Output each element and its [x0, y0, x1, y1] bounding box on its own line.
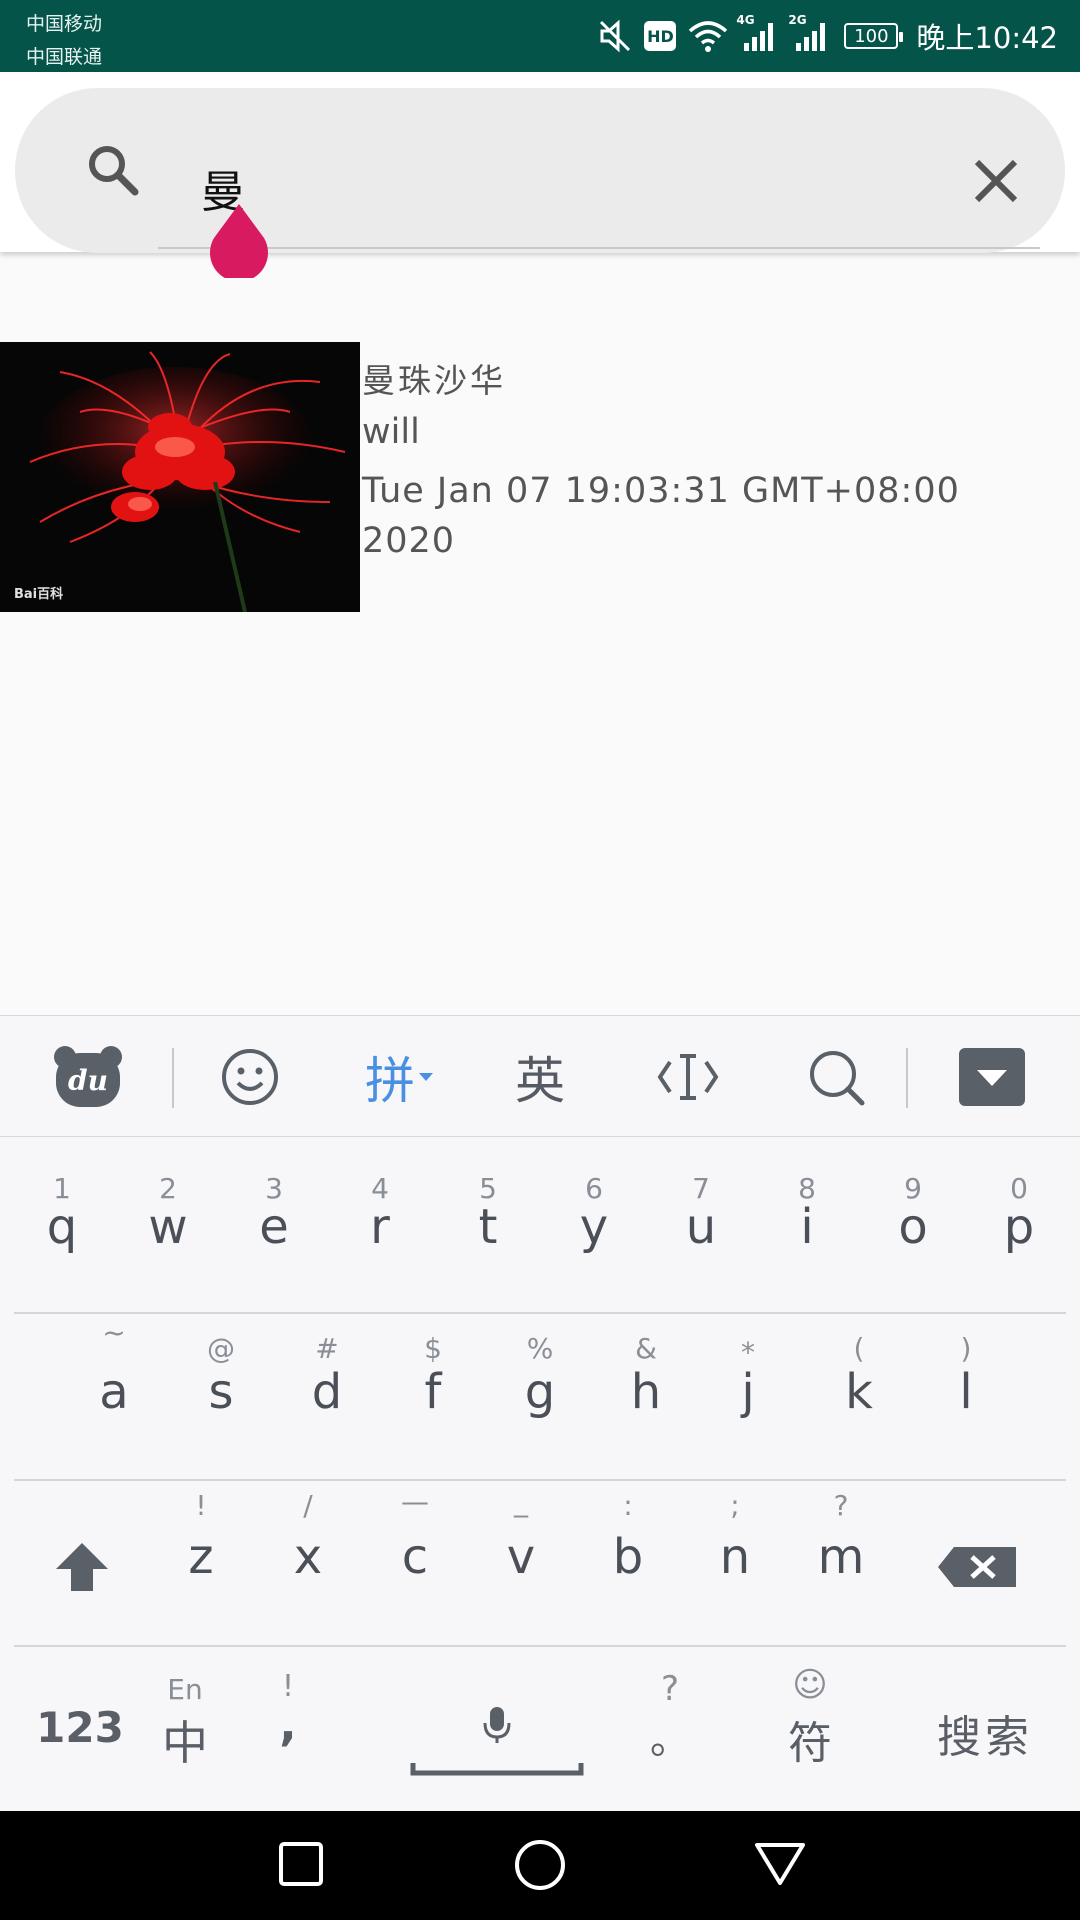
key-t[interactable]: 5t [444, 1137, 532, 1297]
network-2g-label: 2G [788, 13, 807, 27]
key-h[interactable]: & h [602, 1314, 690, 1479]
key-v[interactable]: _ v [477, 1481, 565, 1646]
key-row-3: ! z / x — c _ v :b ; n ? m [0, 1481, 1080, 1646]
key-f[interactable]: $ f [389, 1314, 477, 1479]
search-icon [89, 146, 139, 196]
chevron-down-icon [419, 1073, 433, 1081]
emoji-icon[interactable] [210, 1016, 290, 1138]
key-b[interactable]: :b [584, 1481, 672, 1646]
numbers-key[interactable]: 123 [30, 1647, 130, 1811]
key-row-2: ~ a @ s # d $ f % g & h * j (k ) l [0, 1314, 1080, 1479]
search-underline [158, 247, 1040, 249]
key-s[interactable]: @ s [177, 1314, 265, 1479]
cursor-move-icon[interactable] [648, 1016, 728, 1138]
text-cursor-handle[interactable] [208, 202, 270, 278]
result-date: Tue Jan 07 19:03:31 GMT+08:00 2020 [362, 471, 960, 561]
status-bar: 中国移动 中国联通 HD 4G 2G 100 晚上10:42 [0, 0, 1080, 72]
key-l[interactable]: ) l [922, 1314, 1010, 1479]
result-thumbnail: Bai百科 [0, 342, 360, 612]
shift-key[interactable] [38, 1481, 128, 1646]
carrier-1: 中国移动 [26, 13, 103, 35]
network-4g-label: 4G [736, 13, 755, 27]
pinyin-mode-button[interactable]: 拼 [350, 1016, 450, 1138]
mute-icon [600, 19, 631, 53]
key-d[interactable]: # d [283, 1314, 371, 1479]
comma-key[interactable]: ! , [258, 1647, 318, 1811]
thumb-watermark: Bai百科 [14, 587, 64, 602]
list-item[interactable]: Bai百科 曼珠沙华 will Tue Jan 07 19:03:31 GMT+… [0, 342, 1080, 612]
key-p[interactable]: 0p [975, 1137, 1063, 1297]
wifi-icon [689, 21, 728, 52]
navigation-bar [0, 1811, 1080, 1920]
key-u[interactable]: 7u [657, 1137, 745, 1297]
carrier-2: 中国联通 [26, 46, 103, 68]
key-c[interactable]: — c [371, 1481, 459, 1646]
symbols-key[interactable]: ☺ 符 [770, 1647, 850, 1811]
backspace-key[interactable] [930, 1481, 1026, 1646]
language-switch-key[interactable]: En 中 [140, 1647, 230, 1811]
microphone-icon [483, 1707, 511, 1743]
recents-square-icon[interactable] [278, 1841, 324, 1887]
key-r[interactable]: 4r [336, 1137, 424, 1297]
du-logo-icon[interactable]: du [48, 1016, 128, 1138]
space-key[interactable] [410, 1647, 584, 1811]
key-row-bottom: 123 En 中 ! , ? 。 ☺ 符 搜索 [0, 1647, 1080, 1811]
key-i[interactable]: 8i [763, 1137, 851, 1297]
key-k[interactable]: (k [815, 1314, 903, 1479]
flower-image [0, 342, 360, 612]
result-title: 曼珠沙华 [362, 361, 506, 400]
back-triangle-icon[interactable] [754, 1841, 806, 1887]
hide-keyboard-icon[interactable] [952, 1016, 1032, 1138]
key-x[interactable]: / x [264, 1481, 352, 1646]
search-icon[interactable] [796, 1016, 876, 1138]
key-z[interactable]: ! z [157, 1481, 245, 1646]
period-key[interactable]: ? 。 [640, 1647, 700, 1811]
result-author: will [362, 412, 420, 452]
key-y[interactable]: 6y [550, 1137, 638, 1297]
space-bar-icon [410, 1763, 584, 1776]
shift-arrow-icon [56, 1543, 108, 1591]
soft-keyboard: du 拼 英 1 q 2 w 3 e 4 r 5 t 6 y 7 u 8 i 9… [0, 1015, 1080, 1811]
key-row-1: 1q 2w 3e 4r 5t 6y 7u 8i 9o 0p [0, 1137, 1080, 1297]
search-header: 曼 [0, 72, 1080, 253]
hd-badge: HD [644, 21, 677, 51]
key-e[interactable]: 3e [230, 1137, 318, 1297]
home-circle-icon[interactable] [514, 1839, 566, 1891]
close-icon[interactable] [973, 158, 1019, 204]
svg-text:du: du [68, 1064, 108, 1097]
search-action-key[interactable]: 搜索 [920, 1647, 1050, 1811]
battery-level: 100 [854, 25, 889, 47]
english-mode-button[interactable]: 英 [500, 1016, 580, 1138]
keyboard-toolbar: du 拼 英 [0, 1015, 1080, 1137]
backspace-icon [938, 1547, 1016, 1587]
key-j[interactable]: * j [704, 1314, 792, 1479]
key-w[interactable]: 2w [124, 1137, 212, 1297]
key-a[interactable]: ~ a [70, 1314, 158, 1479]
key-g[interactable]: % g [496, 1314, 584, 1479]
key-o[interactable]: 9o [869, 1137, 957, 1297]
search-bar[interactable]: 曼 [15, 88, 1065, 253]
key-m[interactable]: ? m [797, 1481, 885, 1646]
clock: 晚上10:42 [916, 21, 1058, 55]
key-q[interactable]: 1q [18, 1137, 106, 1297]
key-n[interactable]: ; n [691, 1481, 779, 1646]
battery-icon: 100 [844, 23, 904, 49]
